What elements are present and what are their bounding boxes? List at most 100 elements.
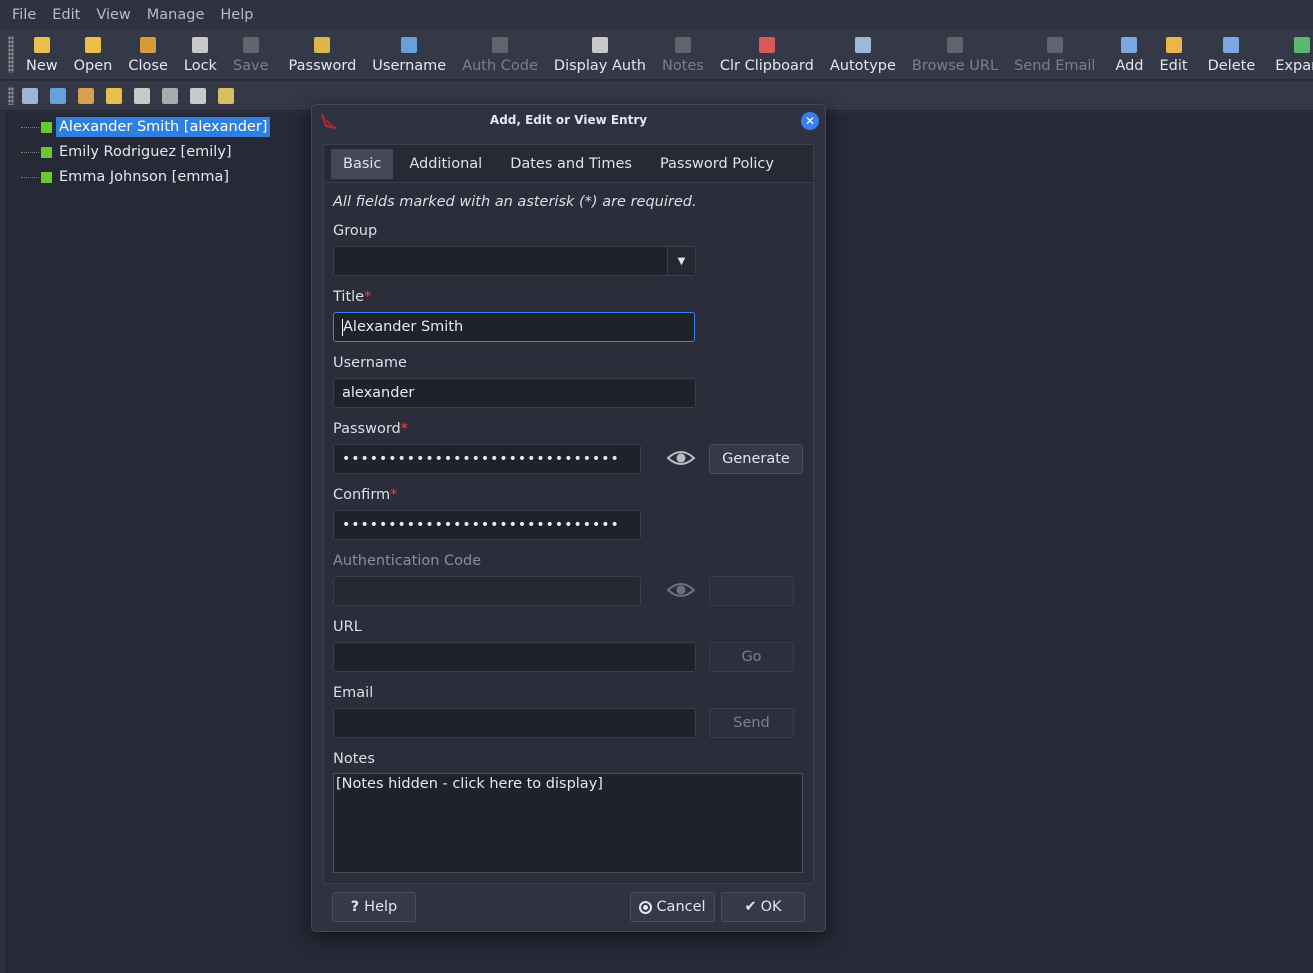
send-button[interactable]: Send: [709, 708, 794, 738]
toolbar2-grip[interactable]: [8, 86, 14, 105]
tree-entry[interactable]: Emily Rodriguez [emily]: [21, 140, 235, 164]
autotype-icon: [854, 37, 871, 53]
tree-entry-label[interactable]: Alexander Smith [alexander]: [56, 117, 271, 137]
tree-entry[interactable]: Emma Johnson [emma]: [21, 165, 232, 189]
delete-entry-icon: [1223, 37, 1240, 53]
run-command-icon[interactable]: [218, 87, 234, 104]
edit-entry-icon: [1165, 37, 1182, 53]
toolbar-button-label: Autotype: [829, 58, 896, 74]
password-mask: ••••••••••••••••••••••••••••••: [342, 451, 620, 467]
notes-textarea[interactable]: [Notes hidden - click here to display]: [333, 773, 803, 873]
username-copy-icon[interactable]: [22, 87, 38, 104]
tree-entry[interactable]: Alexander Smith [alexander]: [21, 115, 271, 139]
generate-button[interactable]: Generate: [709, 444, 803, 474]
ok-button[interactable]: ✔ OK: [721, 892, 805, 922]
entry-leaf-icon: [41, 171, 52, 183]
auth-code-display: [709, 576, 794, 606]
help-button[interactable]: ? Help: [332, 892, 416, 922]
toolbar-button-close[interactable]: Close: [120, 30, 176, 79]
menu-view[interactable]: View: [88, 7, 138, 23]
menu-help[interactable]: Help: [212, 7, 261, 23]
toolbar-button-auth-code[interactable]: Auth Code: [454, 30, 546, 79]
toolbar-button-password[interactable]: Password: [281, 30, 365, 79]
browse-url-icon: [946, 37, 963, 53]
pencil-icon[interactable]: [106, 87, 122, 104]
toolbar-button-label: Username: [372, 58, 447, 74]
confirm-label-text: Confirm: [333, 487, 391, 503]
dialog-tabs: Basic Additional Dates and Times Passwor…: [323, 144, 814, 182]
expand-icon: [1294, 37, 1311, 53]
toolbar-button-new[interactable]: New: [18, 30, 66, 79]
toolbar-button-username[interactable]: Username: [364, 30, 454, 79]
menu-edit[interactable]: Edit: [44, 7, 88, 23]
toolbar-button-add[interactable]: Add: [1107, 30, 1151, 79]
tree-connector: [21, 176, 39, 178]
toolbar-button-label: Display Auth: [553, 58, 646, 74]
close-icon[interactable]: ✕: [801, 112, 819, 130]
url-input[interactable]: [333, 642, 696, 672]
show-password-eye-icon[interactable]: [666, 448, 696, 468]
toolbar-button-lock[interactable]: Lock: [176, 30, 225, 79]
notes-label: Notes: [333, 751, 375, 767]
chevron-down-icon[interactable]: ▼: [667, 247, 695, 275]
main-toolbar: New Open Close Lock Save Password Username Auth…: [0, 30, 1313, 80]
tree-entry-label[interactable]: Emily Rodriguez [emily]: [56, 142, 235, 162]
toolbar-button-browse-url[interactable]: Browse URL: [904, 30, 1006, 79]
toolbar-button-notes[interactable]: Notes: [654, 30, 712, 79]
tab-password-policy[interactable]: Password Policy: [648, 149, 786, 179]
toolbar-button-label: Delete: [1207, 58, 1256, 74]
tab-dates-and-times[interactable]: Dates and Times: [498, 149, 644, 179]
mail-icon[interactable]: [190, 87, 206, 104]
group-label: Group: [333, 223, 378, 239]
notes-copy-icon[interactable]: [134, 87, 150, 104]
group-combobox[interactable]: ▼: [333, 246, 696, 276]
entry-leaf-icon: [41, 121, 52, 133]
toolbar-button-label: Lock: [183, 58, 217, 74]
toolbar-grip[interactable]: [8, 36, 14, 73]
required-marker: *: [364, 289, 372, 305]
tab-additional[interactable]: Additional: [397, 149, 494, 179]
toolbar-button-open[interactable]: Open: [66, 30, 121, 79]
auth-code-label: Authentication Code: [333, 553, 482, 569]
tree-connector: [21, 126, 39, 128]
username-input[interactable]: alexander: [333, 378, 696, 408]
tab-basic[interactable]: Basic: [331, 148, 394, 179]
toolbar-button-label: Send Email: [1014, 58, 1096, 74]
confirm-label: Confirm*: [333, 487, 397, 503]
tree-entry-label[interactable]: Emma Johnson [emma]: [56, 167, 232, 187]
toolbar-button-autotype[interactable]: Autotype: [822, 30, 904, 79]
confirm-password-input[interactable]: ••••••••••••••••••••••••••••••: [333, 510, 641, 540]
toolbar-button-label: Expand: [1275, 58, 1313, 74]
send-email-icon: [1046, 37, 1063, 53]
password-key-icon: [314, 37, 331, 53]
menu-file[interactable]: File: [4, 7, 44, 23]
toolbar-button-send-email[interactable]: Send Email: [1006, 30, 1103, 79]
user-key-icon[interactable]: [78, 87, 94, 104]
auth-code-input[interactable]: [333, 576, 641, 606]
required-marker: *: [400, 421, 408, 437]
password-input[interactable]: ••••••••••••••••••••••••••••••: [333, 444, 641, 474]
toolbar-button-expand[interactable]: Expand: [1267, 30, 1313, 79]
open-icon: [85, 37, 101, 53]
toolbar-button-edit[interactable]: Edit: [1152, 30, 1196, 79]
toolbar-button-delete[interactable]: Delete: [1200, 30, 1264, 79]
toolbar-button-save[interactable]: Save: [225, 30, 277, 79]
toolbar-button-display-auth[interactable]: Display Auth: [546, 30, 654, 79]
password-label: Password*: [333, 421, 408, 437]
add-entry-icon: [1121, 37, 1138, 53]
toolbar-button-clr-clipboard[interactable]: Clr Clipboard: [712, 30, 822, 79]
required-marker: *: [390, 487, 398, 503]
go-button[interactable]: Go: [709, 642, 794, 672]
username-icon: [401, 37, 418, 53]
clear-clipboard-icon: [758, 37, 775, 53]
toolbar-button-label: Clr Clipboard: [719, 58, 814, 74]
menu-manage[interactable]: Manage: [139, 7, 213, 23]
email-input[interactable]: [333, 708, 696, 738]
title-input[interactable]: Alexander Smith: [333, 312, 695, 342]
tag-icon[interactable]: [50, 87, 66, 104]
show-auth-eye-icon[interactable]: [666, 580, 696, 600]
username-value: alexander: [342, 385, 415, 401]
save-icon: [242, 37, 259, 53]
globe-icon[interactable]: [162, 87, 178, 104]
cancel-button[interactable]: Cancel: [630, 892, 715, 922]
